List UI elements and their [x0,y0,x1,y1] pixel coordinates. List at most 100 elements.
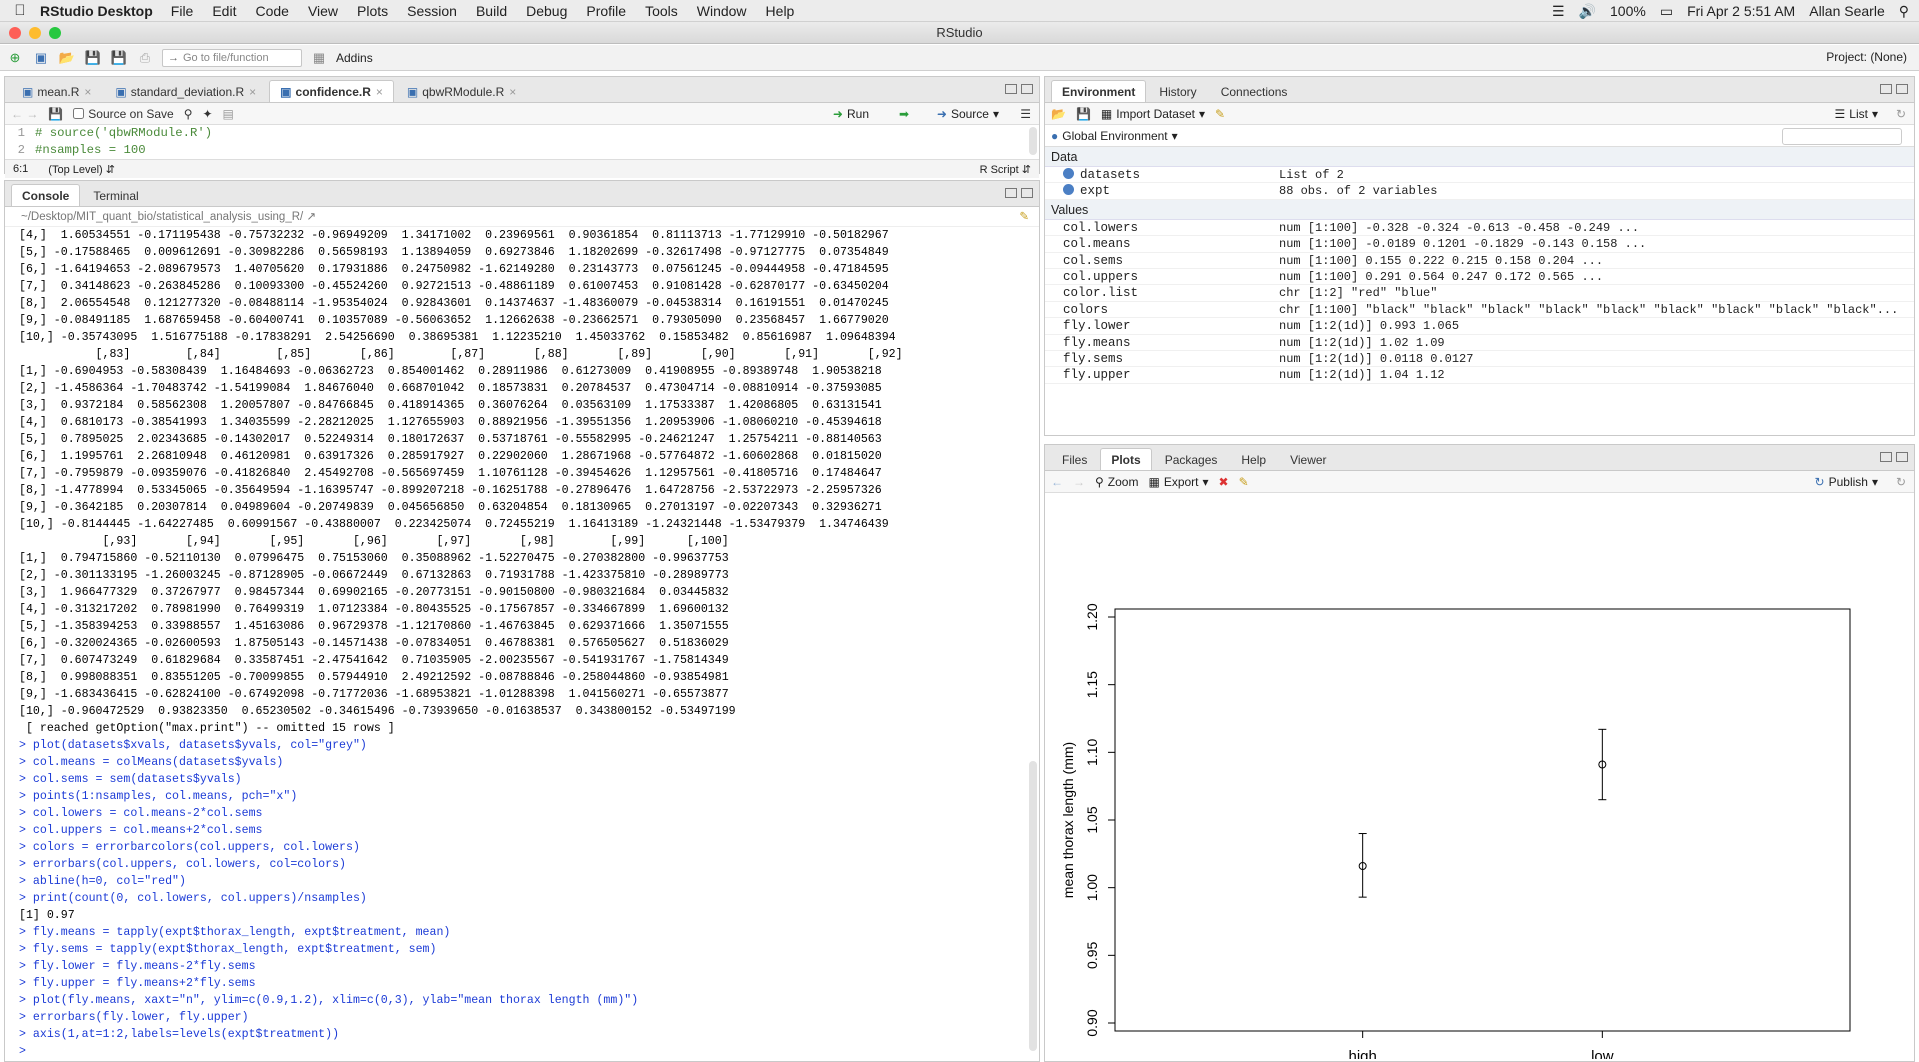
save-workspace-icon[interactable]: 💾 [1076,107,1091,121]
wifi-icon[interactable]: ☰ [1552,3,1565,20]
minimize-env-button[interactable] [1880,84,1892,94]
tab-files[interactable]: Files [1051,448,1098,470]
remove-plot-icon[interactable]: ✖ [1219,475,1229,489]
menu-item[interactable]: Help [766,3,795,19]
prev-plot-icon[interactable]: ← [1051,475,1063,489]
zoom-button[interactable]: ⚲ Zoom [1095,475,1138,489]
environment-row[interactable]: datasets List of 2 [1045,167,1914,184]
new-project-icon[interactable]: ▣ [32,50,50,66]
addins-menu[interactable]: Addins [336,51,373,65]
refresh-plot-icon[interactable]: ↻ [1896,475,1906,489]
clock[interactable]: Fri Apr 2 5:51 AM [1687,3,1795,19]
battery-label[interactable]: 100% [1610,3,1646,19]
maximize-env-button[interactable] [1896,84,1908,94]
refresh-icon[interactable]: ↻ [1896,107,1906,121]
minimize-console-button[interactable] [1005,188,1017,198]
tab-mean-r[interactable]: ▣ mean.R × [11,80,102,102]
menu-item[interactable]: Build [476,3,507,19]
close-window-button[interactable] [9,27,21,39]
console-scrollbar[interactable] [1029,761,1037,1051]
code-editor[interactable]: 1 # source('qbwRModule.R') 2 #nsamples = 1… [5,125,1039,159]
environment-row[interactable]: fly.means num [1:2(1d)] 1.02 1.09 [1045,335,1914,351]
app-menu[interactable]: RStudio Desktop [40,3,153,19]
rerun-icon[interactable]: ➡ [899,107,909,121]
tab-viewer[interactable]: Viewer [1279,448,1337,470]
environment-row[interactable]: expt 88 obs. of 2 variables [1045,183,1914,200]
source-button[interactable]: ➜ Source ▾ [937,107,999,121]
find-icon[interactable]: ⚲ [184,107,193,121]
expand-icon[interactable] [1063,168,1074,179]
tab-confidence-r[interactable]: ▣ confidence.R × [269,80,394,102]
clear-plots-icon[interactable]: ✎ [1239,475,1249,489]
environment-row[interactable]: col.uppers num [1:100] 0.291 0.564 0.247 … [1045,269,1914,286]
close-tab-icon[interactable]: × [249,85,256,99]
menu-item[interactable]: File [171,3,194,19]
menu-item[interactable]: Tools [645,3,678,19]
compile-icon[interactable]: ▤ [223,107,234,121]
export-button[interactable]: ▦ Export ▾ [1148,475,1208,489]
close-tab-icon[interactable]: × [376,85,383,99]
tab-standard-deviation-r[interactable]: ▣ standard_deviation.R × [104,80,267,102]
filetype-selector[interactable]: R Script ⇵ [980,163,1031,176]
tab-history[interactable]: History [1148,80,1207,102]
environment-row[interactable]: col.means num [1:100] -0.0189 0.1201 -0.1… [1045,236,1914,253]
menu-item[interactable]: View [308,3,338,19]
import-dataset-button[interactable]: ▦ Import Dataset ▾ [1101,107,1205,121]
console-output[interactable]: [4,] 1.60534551 -0.171195438 -0.75732232… [5,227,1039,1059]
search-icon[interactable]: ⚲ [1899,3,1909,20]
editor-scrollbar[interactable] [1029,127,1037,155]
environment-row[interactable]: fly.upper num [1:2(1d)] 1.04 1.12 [1045,367,1914,384]
source-on-save-checkbox[interactable]: Source on Save [73,107,174,121]
project-menu[interactable]: Project: (None) [1826,50,1907,64]
list-view-button[interactable]: ☰ List ▾ [1835,107,1878,121]
volume-icon[interactable]: 🔊 [1579,3,1596,20]
next-plot-icon[interactable]: → [1073,475,1085,489]
menu-item[interactable]: Edit [212,3,236,19]
environment-row[interactable]: fly.sems num [1:2(1d)] 0.0118 0.0127 [1045,351,1914,368]
maximize-pane-button[interactable] [1021,84,1033,94]
run-button[interactable]: ➜ Run [833,107,869,121]
open-file-icon[interactable]: 📂 [58,50,76,66]
wand-icon[interactable]: ✦ [202,107,212,121]
tab-packages[interactable]: Packages [1154,448,1229,470]
environment-search[interactable] [1782,128,1902,145]
back-arrow-icon[interactable]: ← → [11,107,38,121]
close-tab-icon[interactable]: × [84,85,91,99]
environment-row[interactable]: colors chr [1:100] "black" "black" "black… [1045,302,1914,319]
minimize-window-button[interactable] [29,27,41,39]
minimize-plots-button[interactable] [1880,452,1892,462]
grid-layout-icon[interactable]: ▦ [310,50,328,66]
save-file-icon[interactable]: 💾 [48,107,63,121]
menu-item[interactable]: Session [407,3,457,19]
broom-icon[interactable]: ✎ [1215,107,1225,121]
menu-item[interactable]: Code [255,3,288,19]
tab-terminal[interactable]: Terminal [82,184,149,206]
load-workspace-icon[interactable]: 📂 [1051,107,1066,121]
maximize-console-button[interactable] [1021,188,1033,198]
global-environment-menu[interactable]: ● Global Environment ▾ [1051,129,1178,143]
maximize-plots-button[interactable] [1896,452,1908,462]
menu-item[interactable]: Debug [526,3,567,19]
save-all-icon[interactable]: 💾 [110,50,128,66]
tab-connections[interactable]: Connections [1210,80,1299,102]
tab-plots[interactable]: Plots [1100,448,1152,470]
link-arrow-icon[interactable]: ↗ [306,211,316,223]
outline-icon[interactable]: ☰ [1020,107,1031,121]
battery-icon[interactable]: ▭ [1660,3,1673,20]
environment-row[interactable]: color.list chr [1:2] "red" "blue" [1045,285,1914,302]
menu-item[interactable]: Window [697,3,747,19]
user-name[interactable]: Allan Searle [1809,3,1885,19]
go-to-file-input[interactable]: Go to file/function [162,48,302,67]
scope-selector[interactable]: (Top Level) ⇵ [48,163,115,176]
tab-environment[interactable]: Environment [1051,80,1147,102]
menu-item[interactable]: Profile [586,3,626,19]
environment-row[interactable]: col.lowers num [1:100] -0.328 -0.324 -0.6… [1045,220,1914,237]
menu-item[interactable]: Plots [357,3,388,19]
environment-row[interactable]: col.sems num [1:100] 0.155 0.222 0.215 0.… [1045,253,1914,269]
save-icon[interactable]: 💾 [84,50,102,66]
apple-icon[interactable]:  [0,2,40,19]
tab-qbwrmodule-r[interactable]: ▣ qbwRModule.R × [396,80,527,102]
clear-console-icon[interactable]: ✎ [1019,207,1029,227]
expand-icon[interactable] [1063,184,1074,196]
tab-help[interactable]: Help [1230,448,1277,470]
